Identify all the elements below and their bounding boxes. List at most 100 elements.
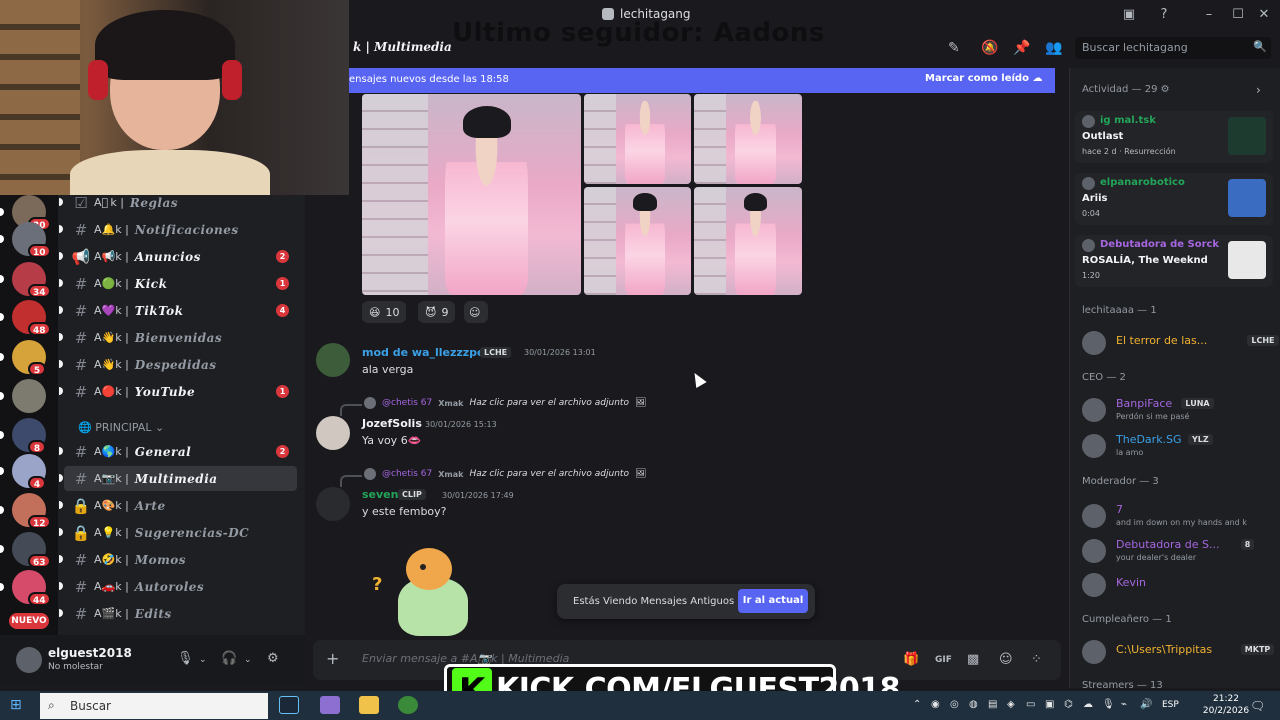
member-avatar[interactable] [1082, 640, 1106, 664]
attachment-image-2[interactable] [584, 94, 691, 184]
server-icon[interactable] [12, 379, 46, 413]
folder-icon[interactable] [359, 696, 379, 714]
tray-cloud-icon[interactable]: ☁ [1083, 699, 1093, 710]
channel-general[interactable]: # A🌎k | General 2 [59, 439, 297, 464]
message-avatar[interactable] [316, 416, 350, 450]
member-name[interactable]: TheDark.SG [1116, 433, 1182, 446]
attachment-image-3[interactable] [694, 94, 802, 184]
inbox-icon[interactable]: ▣ [1120, 6, 1138, 24]
tray-mic-icon[interactable]: 🎙 [1102, 699, 1115, 710]
channel-autoroles[interactable]: # A🚗k | Autoroles [59, 574, 297, 599]
maximize-button[interactable]: ☐ [1229, 6, 1247, 24]
tray-app3-icon[interactable]: ▣ [1045, 699, 1054, 710]
notifications-icon[interactable]: 🗨 [1250, 699, 1265, 713]
attachment-image-4[interactable] [584, 187, 691, 295]
channel-multimedia[interactable]: # A📷k | Multimedia [59, 466, 297, 491]
channel-kick[interactable]: # A🟢k | Kick 1 [59, 271, 297, 296]
message-reply-preview[interactable]: @chetis 67 Xmak Haz clic para ver el arc… [364, 468, 646, 480]
attachment-image-5[interactable] [694, 187, 802, 295]
search-input[interactable]: Buscar lechitagang [1075, 37, 1271, 59]
add-reaction-button[interactable]: ☺ [464, 301, 488, 323]
threads-icon[interactable]: ✎ [948, 40, 960, 56]
bird-sticker[interactable] [388, 548, 478, 638]
tray-steam-icon[interactable]: ◎ [950, 699, 959, 710]
member-avatar[interactable] [1082, 573, 1106, 597]
channel-sugerencias-dc[interactable]: 🔒 A💡k | Sugerencias-DC [59, 520, 297, 545]
channel-momos[interactable]: # A🤣k | Momos [59, 547, 297, 572]
gif-icon[interactable]: GIF [935, 655, 952, 665]
attachment-image-1[interactable] [362, 94, 581, 295]
steam-icon[interactable] [279, 696, 299, 714]
reaction-devil[interactable]: 😈 9 [418, 301, 456, 323]
member-avatar[interactable] [1082, 504, 1106, 528]
obs-icon[interactable] [320, 696, 340, 714]
tray-network2-icon[interactable]: ⌁ [1121, 699, 1127, 710]
microphone-icon[interactable]: 🎙 [177, 651, 194, 666]
tray-discord-icon[interactable]: ◉ [931, 699, 940, 710]
message-author[interactable]: seven [362, 488, 398, 501]
member-name[interactable]: El terror de las... [1116, 334, 1207, 347]
close-button[interactable]: ✕ [1255, 6, 1273, 24]
add-attachment-icon[interactable]: + [326, 649, 339, 668]
channel-edits[interactable]: # A🎬k | Edits [59, 601, 297, 626]
reaction-laugh[interactable]: 😆 10 [362, 301, 407, 323]
user-name[interactable]: elguest2018 [48, 646, 132, 660]
channel-reglas[interactable]: ☑ A🏻 k | Reglas [59, 190, 297, 215]
message-reply-preview[interactable]: @chetis 67 Xmak Haz clic para ver el arc… [364, 397, 646, 409]
tray-volume-icon[interactable]: 🔊 [1140, 699, 1152, 710]
headphones-icon[interactable]: 🎧 [221, 651, 237, 666]
chevron-right-icon[interactable]: › [1256, 83, 1261, 97]
message-author[interactable]: mod de wa_llezzzpe [362, 346, 485, 359]
channel-notificaciones[interactable]: # A🔔k | Notificaciones [59, 217, 297, 242]
message-avatar[interactable] [316, 487, 350, 521]
tray-network-icon[interactable]: ▤ [988, 699, 997, 710]
member-name[interactable]: BanpiFace [1116, 397, 1172, 410]
apps-icon[interactable]: ⁘ [1031, 652, 1042, 667]
sticker-icon[interactable]: ▩ [967, 652, 979, 667]
tray-app-icon[interactable]: ◍ [969, 699, 978, 710]
gift-icon[interactable]: 🎁 [903, 652, 919, 667]
channel-bienvenidas[interactable]: # A👋k | Bienvenidas [59, 325, 297, 350]
channel-youtube[interactable]: # A🔴k | YouTube 1 [59, 379, 297, 404]
activity-user-name[interactable]: Debutadora de Sorck [1100, 239, 1219, 250]
mute-bell-icon[interactable]: 🔕 [981, 40, 998, 56]
tray-display-icon[interactable]: ▭ [1026, 699, 1035, 710]
channel-despedidas[interactable]: # A👋k | Despedidas [59, 352, 297, 377]
message-avatar[interactable] [316, 343, 350, 377]
member-name[interactable]: Debutadora de S... [1116, 538, 1219, 551]
activity-user-name[interactable]: ig mal.tsk [1100, 115, 1156, 126]
pin-icon[interactable]: 📌 [1013, 40, 1030, 56]
audio-options-chevron-icon[interactable]: ⌄ [244, 655, 252, 665]
mic-options-chevron-icon[interactable]: ⌄ [199, 655, 207, 665]
activity-header[interactable]: Actividad — 29 ⚙ [1082, 84, 1170, 95]
category-principal[interactable]: 🌐 PRINCIPAL ⌄ [78, 421, 164, 434]
tray-app2-icon[interactable]: ◈ [1007, 699, 1015, 710]
member-name[interactable]: C:\Users\Trippitas [1116, 643, 1212, 656]
member-name[interactable]: 7 [1116, 503, 1123, 516]
member-list-icon[interactable]: 👥 [1045, 40, 1062, 56]
channel-arte[interactable]: 🔒 A🎨k | Arte [59, 493, 297, 518]
guild-tag-badge[interactable]: CLIP [398, 489, 426, 500]
emoji-icon[interactable]: ☺ [999, 652, 1013, 667]
tray-wifi-icon[interactable]: ⌬ [1064, 699, 1073, 710]
jump-to-present-button[interactable]: Ir al actual [738, 589, 808, 613]
member-avatar[interactable] [1082, 398, 1106, 422]
member-name[interactable]: Kevin [1116, 576, 1146, 589]
mark-as-read-button[interactable]: Marcar como leído ☁ [925, 73, 1042, 84]
minimize-button[interactable]: – [1200, 6, 1218, 24]
message-author[interactable]: JozefSolis [362, 417, 422, 430]
channel-anuncios[interactable]: 📢 A📢k | Anuncios 2 [59, 244, 297, 269]
taskbar-clock[interactable]: 21:22 20/2/2026 [1196, 693, 1256, 717]
user-avatar[interactable] [16, 647, 42, 673]
channel-tiktok[interactable]: # A💜k | TikTok 4 [59, 298, 297, 323]
tray-chevron-icon[interactable]: ⌃ [913, 699, 921, 710]
member-avatar[interactable] [1082, 434, 1106, 458]
member-avatar[interactable] [1082, 331, 1106, 355]
activity-user-name[interactable]: elpanarobotico [1100, 177, 1185, 188]
chrome-icon[interactable] [398, 696, 418, 714]
member-avatar[interactable] [1082, 539, 1106, 563]
windows-start-icon[interactable]: ⊞ [10, 697, 22, 713]
guild-tag-badge[interactable]: LCHE [480, 347, 512, 358]
help-icon[interactable]: ? [1155, 6, 1173, 24]
settings-gear-icon[interactable]: ⚙ [267, 651, 279, 666]
